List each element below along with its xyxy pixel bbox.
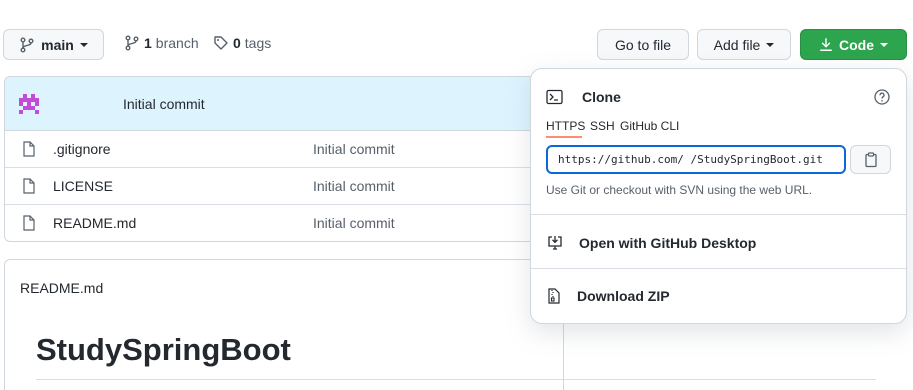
tag-count: 0 (233, 35, 241, 51)
readme-panel: README.md StudySpringBoot (4, 259, 876, 390)
add-file-button[interactable]: Add file (697, 29, 791, 60)
code-button[interactable]: Code (800, 29, 907, 60)
chevron-down-icon (766, 42, 775, 47)
file-commit-message[interactable]: Initial commit (313, 178, 395, 194)
open-with-desktop-item[interactable]: Open with GitHub Desktop (531, 217, 906, 269)
file-list: Initial commit .gitignore Initial commit… (4, 76, 564, 242)
tab-https[interactable]: HTTPS (546, 119, 585, 133)
add-file-label: Add file (713, 36, 761, 53)
branch-count: 1 (144, 35, 152, 51)
readme-header: README.md (20, 280, 104, 296)
copy-url-button[interactable] (850, 145, 891, 174)
table-row[interactable]: README.md Initial commit (5, 205, 563, 241)
chevron-down-icon (79, 42, 88, 47)
terminal-icon (546, 89, 563, 105)
table-row[interactable]: LICENSE Initial commit (5, 168, 563, 205)
go-to-file-button[interactable]: Go to file (597, 29, 689, 60)
branches-link[interactable]: 1 branch (124, 35, 199, 51)
active-tab-underline (546, 136, 582, 138)
git-branch-icon (124, 35, 140, 51)
clone-url-input[interactable]: https://github.com/ /StudySpringBoot.git (546, 145, 846, 174)
download-zip-label: Download ZIP (577, 288, 670, 304)
clone-popover: Clone HTTPS SSH GitHub CLI https://githu… (530, 68, 907, 324)
file-zip-icon (547, 288, 561, 304)
divider (531, 268, 906, 269)
chevron-down-icon (880, 42, 888, 47)
git-branch-icon (19, 37, 35, 53)
open-with-desktop-label: Open with GitHub Desktop (579, 235, 757, 251)
divider (531, 214, 906, 215)
clone-hint: Use Git or checkout with SVN using the w… (546, 183, 813, 197)
file-icon (22, 178, 36, 197)
desktop-download-icon (547, 235, 563, 251)
download-icon (819, 37, 833, 52)
latest-commit-bar: Initial commit (5, 77, 563, 131)
file-name-link[interactable]: .gitignore (53, 141, 111, 157)
file-commit-message[interactable]: Initial commit (313, 141, 395, 157)
table-row[interactable]: .gitignore Initial commit (5, 131, 563, 168)
readme-title: StudySpringBoot (36, 332, 291, 367)
branch-name: main (41, 36, 74, 53)
branch-select-button[interactable]: main (3, 29, 104, 60)
identicon-avatar[interactable] (19, 94, 39, 117)
tag-icon (213, 35, 229, 51)
file-icon (22, 141, 36, 160)
tag-word: tags (244, 35, 272, 51)
tab-github-cli[interactable]: GitHub CLI (620, 119, 679, 133)
tags-link[interactable]: 0 tags (213, 35, 271, 51)
file-icon (22, 215, 36, 234)
file-commit-message[interactable]: Initial commit (313, 215, 395, 231)
download-zip-item[interactable]: Download ZIP (531, 270, 906, 322)
question-circle-icon[interactable] (874, 89, 890, 105)
code-label: Code (839, 36, 874, 53)
clipboard-icon (864, 151, 878, 168)
commit-message-link[interactable]: Initial commit (123, 96, 205, 112)
file-name-link[interactable]: LICENSE (53, 178, 113, 194)
file-name-link[interactable]: README.md (53, 215, 136, 231)
readme-title-divider (36, 379, 876, 380)
tab-ssh[interactable]: SSH (590, 119, 615, 133)
branch-word: branch (155, 35, 199, 51)
go-to-file-label: Go to file (614, 36, 672, 53)
clone-title: Clone (582, 89, 621, 105)
